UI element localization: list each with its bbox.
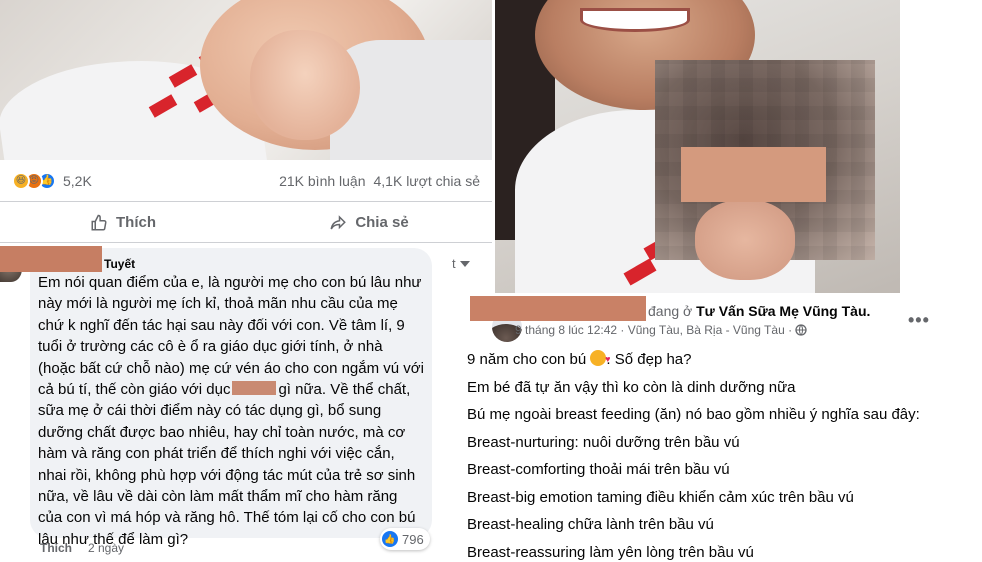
thumbs-up-icon [91,214,107,230]
post-line: Breast-comforting thoải mái trên bầu vú [467,461,730,478]
smiling-face-with-hearts-icon [590,346,610,374]
comment-menu-fragment: t [452,256,456,271]
post-stats-row: 😆 😡 👍 5,2K 21K bình luận 4,1K lượt chia … [0,160,492,202]
caret-down-icon [459,260,470,267]
post-action-row: Thích Chia sẻ [0,203,492,243]
post-line: Breast-big emotion taming điều khiển cảm… [467,488,854,506]
post-line: Em bé đã tự ăn vậy thì ko còn là dinh dư… [467,378,796,396]
photo-smile [580,8,690,32]
comment-like-link[interactable]: Thích [40,541,72,555]
globe-icon [795,324,807,336]
stats-right: 21K bình luận 4,1K lượt chia sẻ [279,173,480,189]
location-prefix: đang ở [648,303,693,319]
post-line: Breast-reassuring làm yên lòng trên bầu … [467,543,754,561]
shares-count[interactable]: 4,1K lượt chia sẻ [374,173,481,189]
reactions-summary[interactable]: 😆 😡 👍 5,2K [12,171,92,190]
post-line: Breast-nurturing: nuôi dưỡng trên bầu vú [467,433,740,451]
post-line: Bú mẹ ngoài breast feeding (ăn) nó bao g… [467,406,920,423]
share-arrow-icon [330,214,347,229]
photo-hand [250,30,360,140]
commenter-name[interactable]: Tuyết [104,257,135,271]
post-line-text: 9 năm cho con bú [467,351,587,368]
post-timestamp[interactable]: 9 tháng 8 lúc 12:42 · Vũng Tàu, Bà Rịa -… [515,323,792,337]
post-meta: 9 tháng 8 lúc 12:42 · Vũng Tàu, Bà Rịa -… [515,323,807,337]
comment-time[interactable]: 2 ngày [88,541,124,555]
post-line: Breast-healing chữa lành trên bầu vú [467,516,714,533]
post-photo-right[interactable] [495,0,900,293]
comment-text: Em nói quan điểm của e, là người mẹ cho … [38,272,428,550]
post-header: đang ở Tư Vấn Sữa Mẹ Vũng Tàu. [648,303,870,319]
comment-like-count: 796 [402,531,424,547]
post-body: 9 năm cho con bú . Số đẹp ha? Em bé đã t… [467,346,967,562]
comment-text-part1: Em nói quan điểm của e, là người mẹ cho … [38,274,424,399]
haha-icon: 😆 [12,171,30,190]
name-redaction [0,246,102,272]
page-name-link[interactable]: Tư Vấn Sữa Mẹ Vũng Tàu. [696,303,870,319]
post-line-text: . Số đẹp ha? [606,351,692,368]
author-redaction [470,296,646,321]
like-button[interactable]: Thích [0,214,246,232]
left-post-panel: 😆 😡 👍 5,2K 21K bình luận 4,1K lượt chia … [0,0,492,562]
face-redaction [681,147,826,202]
post-line: 9 năm cho con bú . Số đẹp ha? [467,346,967,374]
more-options-button[interactable]: ••• [908,310,930,331]
photo-child-hand [695,200,795,280]
comment-text-part2: gì nữa. Về thể chất, sữa mẹ ở cái thời đ… [38,381,416,548]
share-button[interactable]: Chia sẻ [246,214,492,232]
post-photo-left[interactable] [0,0,492,160]
reaction-count: 5,2K [63,172,92,189]
like-label: Thích [116,214,156,231]
comment-options[interactable]: t [452,256,470,271]
share-label: Chia sẻ [355,214,409,231]
comments-count[interactable]: 21K bình luận [279,173,365,189]
comment-actions: Thích 2 ngày [40,541,124,555]
comment-like-badge[interactable]: 👍 796 [380,528,430,550]
like-icon: 👍 [382,531,398,547]
text-redaction [232,381,277,396]
